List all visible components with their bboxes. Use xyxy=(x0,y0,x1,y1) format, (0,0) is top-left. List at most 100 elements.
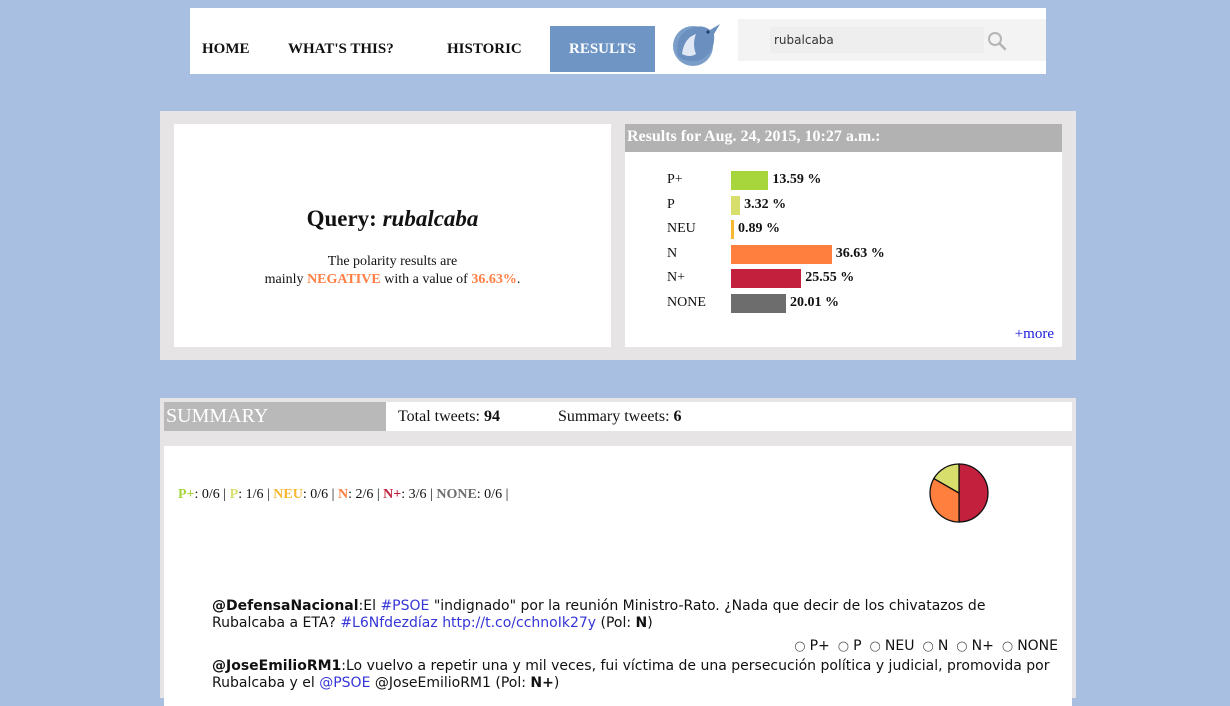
desc-pre: mainly xyxy=(264,272,304,287)
summary-title: SUMMARY xyxy=(164,402,386,431)
bar-value: 3.32 % xyxy=(744,196,787,212)
query-label: Query: xyxy=(306,206,377,231)
more-link[interactable]: +more xyxy=(1015,326,1054,343)
radio-label: P+ xyxy=(809,638,830,654)
radio-label: N xyxy=(937,638,949,654)
query-description: The polarity results are mainly NEGATIVE… xyxy=(174,253,611,289)
mention-link[interactable]: @PSOE xyxy=(319,675,370,691)
top-nav: HOME WHAT'S THIS? HISTORIC RESULTS xyxy=(190,8,1046,74)
search-input[interactable] xyxy=(770,27,984,53)
radio-circle-icon[interactable]: ○ xyxy=(794,639,805,654)
nav-whats-this[interactable]: WHAT'S THIS? xyxy=(288,26,394,72)
count-value: : 1/6 | xyxy=(238,487,270,502)
radio-label: NEU xyxy=(884,638,915,654)
summary-header: SUMMARY Total tweets: 94 Summary tweets:… xyxy=(164,402,1072,431)
count-label: N+ xyxy=(383,487,402,502)
radio-label: P xyxy=(853,638,862,654)
pol-end: ) xyxy=(647,615,653,631)
bar-value: 36.63 % xyxy=(835,245,885,261)
polarity-radio[interactable]: ○ NONE xyxy=(1002,638,1058,654)
count-label: NEU xyxy=(273,487,303,502)
bar-value: 20.01 % xyxy=(790,294,840,310)
polarity-bars-box: Results for Aug. 24, 2015, 10:27 a.m.: P… xyxy=(625,124,1062,347)
query-box: Query: rubalcaba The polarity results ar… xyxy=(174,124,611,347)
count-value: : 2/6 | xyxy=(348,487,380,502)
polarity-radio[interactable]: ○ P xyxy=(838,638,862,654)
desc-line1: The polarity results are xyxy=(327,254,458,269)
radio-circle-icon[interactable]: ○ xyxy=(870,639,881,654)
desc-mid: with a value of xyxy=(384,272,468,287)
bar-fill xyxy=(731,195,741,215)
desc-end: . xyxy=(516,272,521,287)
count-label: P xyxy=(229,487,239,502)
polarity-counts: P+: 0/6 | P: 1/6 | NEU: 0/6 | N: 2/6 | N… xyxy=(178,487,508,503)
summary-tweets: Summary tweets: 6 xyxy=(558,408,682,426)
bar-value: 0.89 % xyxy=(738,221,780,236)
total-value: 94 xyxy=(483,408,500,425)
bar-label: NONE xyxy=(667,294,706,310)
bird-logo-icon[interactable] xyxy=(666,14,724,68)
polarity-label: NEGATIVE xyxy=(307,272,381,287)
tweet-1: @DefensaNacional:El #PSOE "indignado" po… xyxy=(212,598,1062,632)
bar-label: N+ xyxy=(667,270,686,285)
count-label: P+ xyxy=(178,487,195,502)
radio-label: NONE xyxy=(1017,638,1058,654)
count-value: : 0/6 | xyxy=(476,487,509,502)
bar-fill xyxy=(731,269,802,288)
polarity-radio[interactable]: ○ N xyxy=(922,638,948,654)
pie-slice xyxy=(958,463,989,523)
nav-home[interactable]: HOME xyxy=(202,26,250,72)
polarity-value: 36.63% xyxy=(471,272,517,287)
search-icon[interactable] xyxy=(986,30,1008,52)
total-tweets: Total tweets: 94 xyxy=(398,408,500,426)
radio-circle-icon[interactable]: ○ xyxy=(922,639,933,654)
bar-fill xyxy=(731,171,769,190)
bar-fill xyxy=(731,293,787,313)
pol-label: (Pol: xyxy=(495,675,531,691)
tweet-user[interactable]: @JoseEmilioRM1 xyxy=(212,658,341,674)
count-value: : 3/6 | xyxy=(401,487,433,502)
query-term: rubalcaba xyxy=(382,206,479,231)
bar-label: N xyxy=(667,245,678,261)
polarity-radio-group: ○ P+ ○ P ○ NEU ○ N ○ N+ ○ NONE xyxy=(786,638,1058,654)
bar-fill xyxy=(731,220,734,239)
polarity-radio[interactable]: ○ N+ xyxy=(956,638,994,654)
pol-end: ) xyxy=(553,675,560,691)
tweet-text: :El xyxy=(358,598,381,614)
nav-historic[interactable]: HISTORIC xyxy=(447,26,522,72)
radio-label: N+ xyxy=(971,638,994,654)
bar-label: P xyxy=(667,196,675,212)
results-header: Results for Aug. 24, 2015, 10:27 a.m.: xyxy=(625,124,1062,152)
summary-tweets-value: 6 xyxy=(673,408,682,425)
count-value: : 0/6 | xyxy=(302,487,335,502)
bar-label: NEU xyxy=(667,221,696,236)
pol-value: N xyxy=(635,615,648,631)
polarity-radio[interactable]: ○ P+ xyxy=(794,638,830,654)
tweet-text: @JoseEmilioRM1 xyxy=(370,675,496,691)
nav-results[interactable]: RESULTS xyxy=(550,26,655,72)
polarity-radio[interactable]: ○ NEU xyxy=(870,638,915,654)
tweet-2: @JoseEmilioRM1:Lo vuelvo a repetir una y… xyxy=(212,658,1062,692)
summary-tweets-label: Summary tweets: xyxy=(558,408,670,425)
polarity-pie-chart xyxy=(929,463,989,523)
pol-label: (Pol: xyxy=(600,615,636,631)
bar-value: 25.55 % xyxy=(805,270,855,285)
bar-value: 13.59 % xyxy=(772,172,822,187)
count-value: : 0/6 | xyxy=(194,487,227,502)
radio-circle-icon[interactable]: ○ xyxy=(1002,639,1013,654)
count-label: N xyxy=(337,487,349,502)
radio-circle-icon[interactable]: ○ xyxy=(838,639,849,654)
summary-body: P+: 0/6 | P: 1/6 | NEU: 0/6 | N: 2/6 | N… xyxy=(164,446,1072,706)
pol-value: N+ xyxy=(530,675,554,691)
total-label: Total tweets: xyxy=(398,408,480,425)
bar-fill xyxy=(731,244,832,264)
results-panel: Query: rubalcaba The polarity results ar… xyxy=(160,111,1076,360)
hashtag-link[interactable]: #L6Nfdezdíaz xyxy=(340,615,437,631)
tweet-url-link[interactable]: http://t.co/cchnoIk27y xyxy=(442,615,596,631)
tweet-user[interactable]: @DefensaNacional xyxy=(212,598,359,614)
count-label: NONE xyxy=(436,487,477,502)
summary-panel: SUMMARY Total tweets: 94 Summary tweets:… xyxy=(160,398,1076,706)
bar-label: P+ xyxy=(667,172,683,187)
hashtag-link[interactable]: #PSOE xyxy=(380,598,429,614)
radio-circle-icon[interactable]: ○ xyxy=(956,639,967,654)
